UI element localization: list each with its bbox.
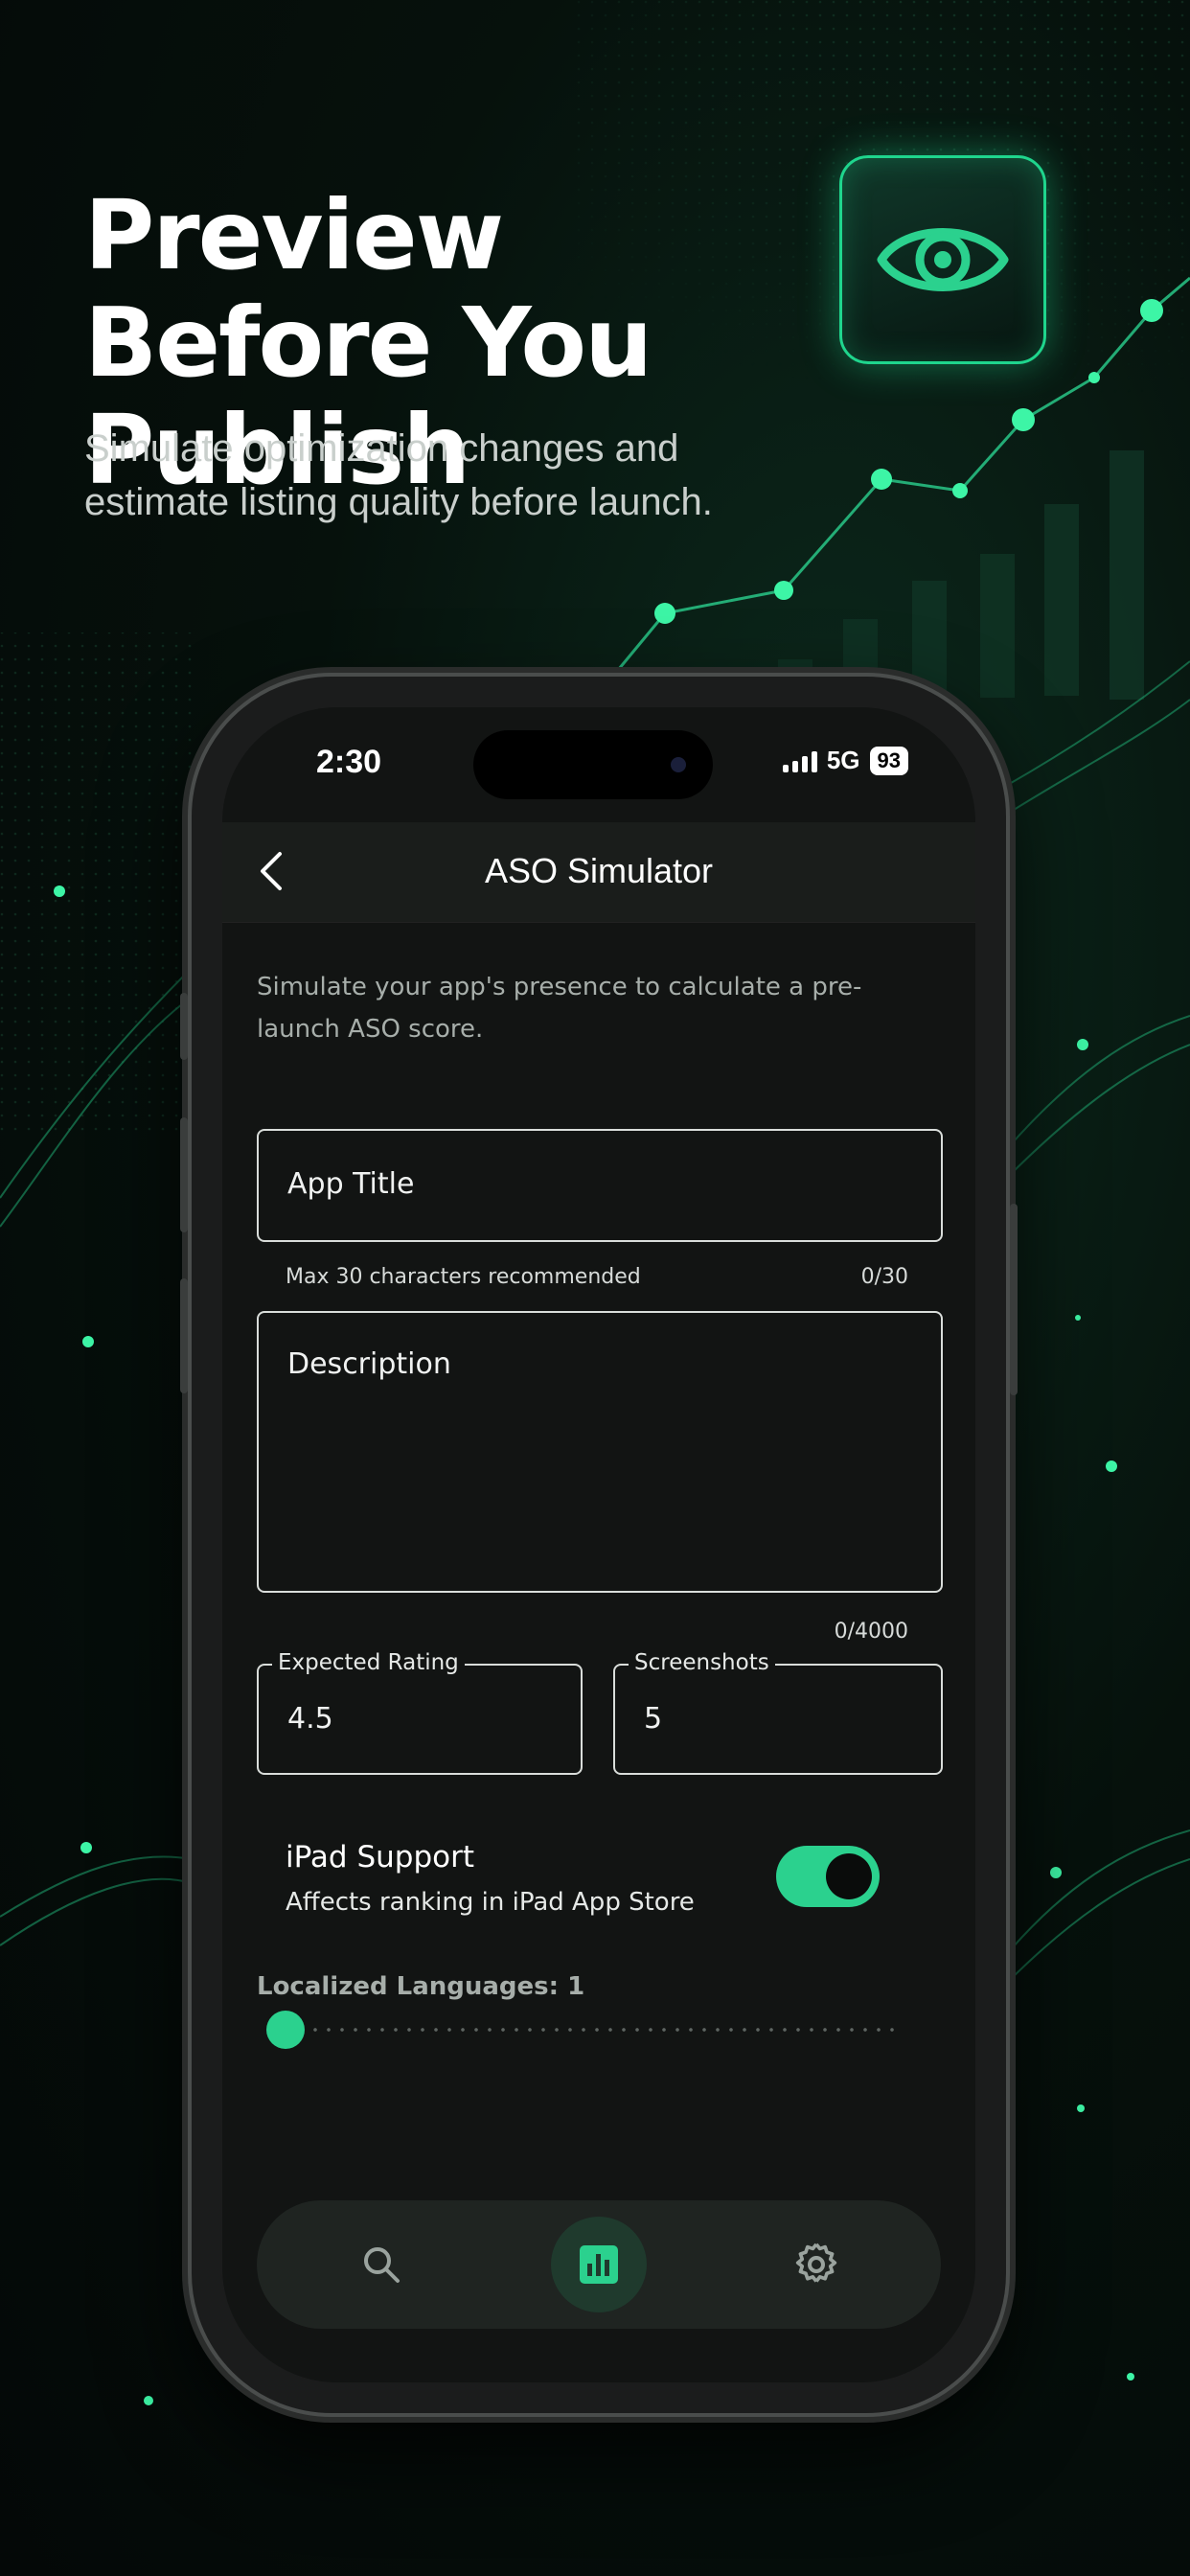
tab-search[interactable] [333, 2217, 429, 2312]
languages-slider-track[interactable] [309, 2028, 895, 2032]
network-label: 5G [826, 746, 860, 774]
expected-rating-value: 4.5 [287, 1702, 333, 1736]
app-title-counter: 0/30 [860, 1265, 908, 1289]
nav-bar: ASO Simulator [222, 822, 975, 923]
status-time: 2:30 [316, 744, 382, 780]
languages-slider-thumb[interactable] [266, 2011, 305, 2049]
toggle-knob [826, 1853, 872, 1899]
gear-icon [795, 2242, 837, 2283]
search-icon [364, 2247, 400, 2283]
expected-rating-label: Expected Rating [272, 1650, 465, 1675]
expected-rating-field[interactable]: Expected Rating 4.5 [257, 1650, 583, 1775]
description-counter: 0/4000 [834, 1620, 908, 1644]
mute-button [180, 993, 188, 1060]
ipad-support-title: iPad Support [286, 1840, 474, 1874]
screenshots-label: Screenshots [629, 1650, 775, 1675]
battery-icon: 93 [869, 746, 908, 775]
power-button [1010, 1204, 1018, 1395]
tab-bar [257, 2200, 941, 2329]
description-input[interactable]: Description [257, 1311, 943, 1593]
dynamic-island [473, 730, 713, 799]
status-indicators: 5G 93 [782, 746, 908, 775]
localized-languages-label: Localized Languages: 1 [257, 1972, 585, 2001]
bar-chart-icon [580, 2245, 618, 2284]
signal-icon [782, 749, 817, 772]
app-title-input[interactable]: App Title [257, 1129, 943, 1242]
tab-settings[interactable] [768, 2217, 864, 2312]
app-screen: 2:30 5G 93 ASO Simulator Simulate your a… [222, 707, 975, 2382]
screenshots-field[interactable]: Screenshots 5 [613, 1650, 943, 1775]
ipad-support-toggle[interactable] [776, 1846, 880, 1907]
ipad-support-subtitle: Affects ranking in iPad App Store [286, 1888, 695, 1917]
app-title-placeholder: App Title [287, 1167, 415, 1201]
phone-frame: 2:30 5G 93 ASO Simulator Simulate your a… [180, 673, 1018, 2417]
app-title-helper: Max 30 characters recommended [286, 1265, 641, 1289]
camera-icon [671, 757, 686, 772]
page-title: ASO Simulator [484, 851, 714, 890]
tab-analytics[interactable] [551, 2217, 647, 2312]
hero-subtitle: Simulate optimization changes and estima… [84, 427, 713, 523]
status-bar: 2:30 5G 93 [222, 707, 975, 822]
eye-icon [877, 228, 1009, 291]
eye-badge [839, 155, 1046, 364]
volume-up-button [180, 1117, 188, 1232]
description-placeholder: Description [287, 1347, 451, 1381]
intro-text: Simulate your app's presence to calculat… [257, 973, 862, 1044]
volume-down-button [180, 1278, 188, 1393]
screenshots-value: 5 [644, 1702, 663, 1736]
